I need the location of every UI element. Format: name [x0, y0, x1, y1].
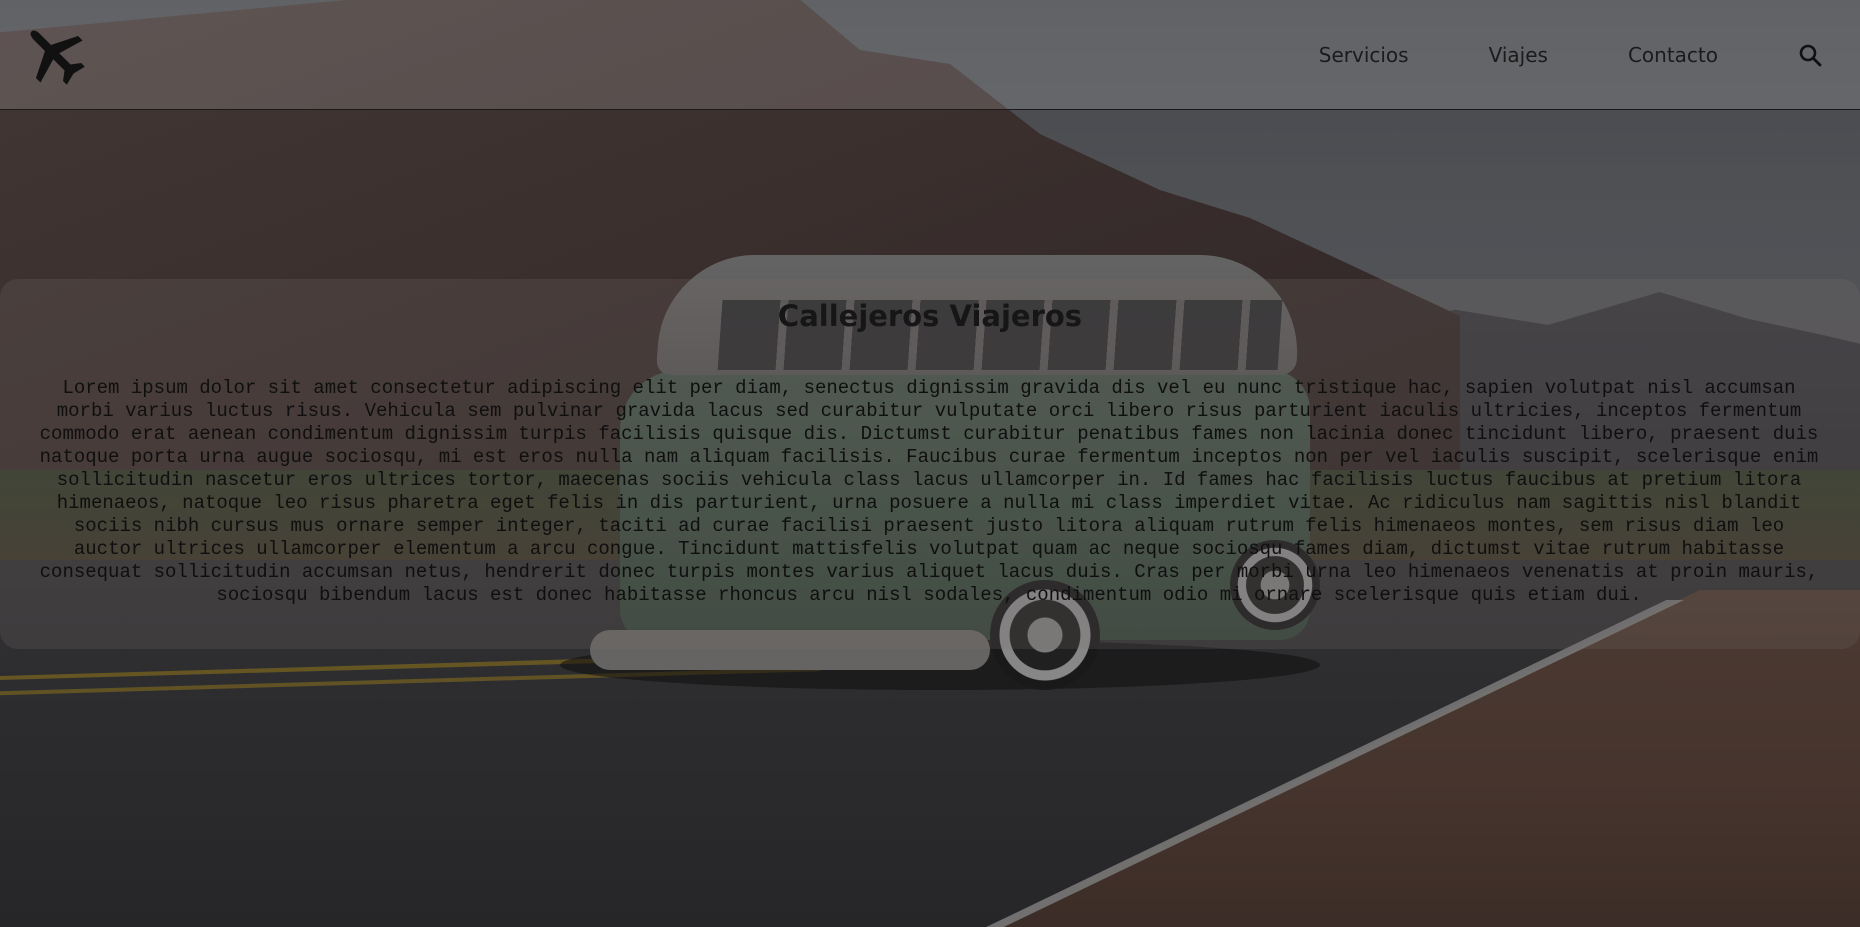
- page-title: Callejeros Viajeros: [777, 299, 1083, 333]
- nav-item-viajes[interactable]: Viajes: [1489, 43, 1548, 67]
- hero-description: Lorem ipsum dolor sit amet consectetur a…: [39, 377, 1819, 606]
- site-header: Servicios Viajes Contacto: [0, 0, 1860, 110]
- main-nav: Servicios Viajes Contacto: [1319, 0, 1860, 109]
- airplane-icon[interactable]: [20, 20, 88, 88]
- search-icon[interactable]: [1798, 43, 1822, 67]
- nav-item-contacto[interactable]: Contacto: [1628, 43, 1718, 67]
- nav-item-servicios[interactable]: Servicios: [1319, 43, 1409, 67]
